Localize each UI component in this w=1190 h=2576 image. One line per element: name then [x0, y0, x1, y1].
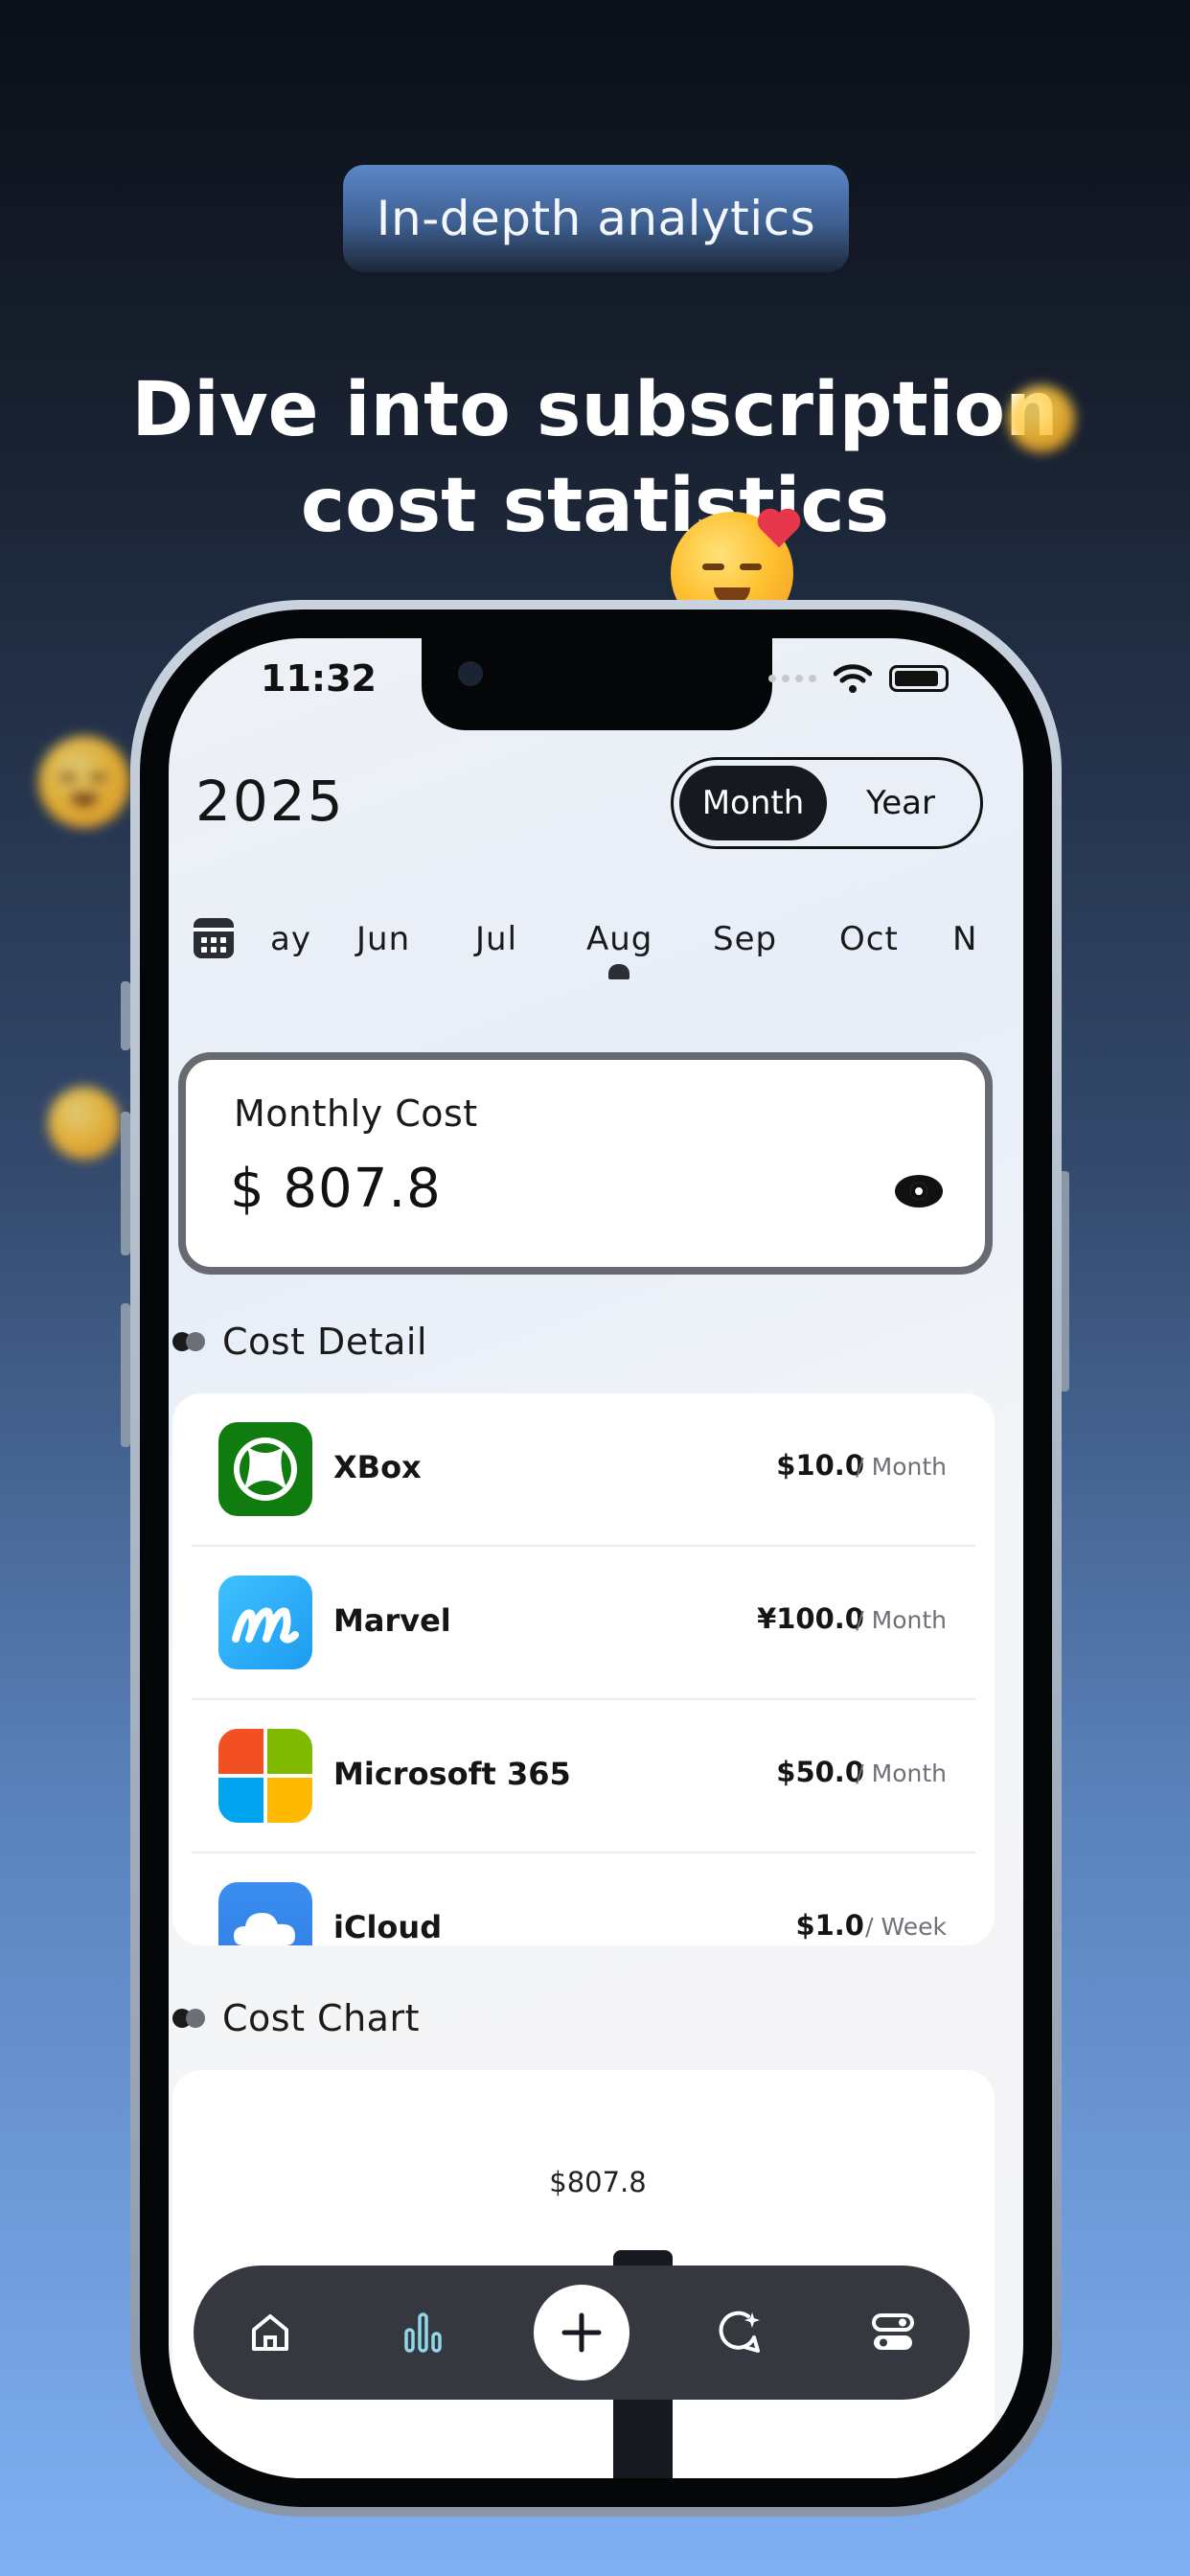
tab-statistics[interactable]: [380, 2289, 467, 2376]
marvel-logo-icon: [218, 1576, 312, 1669]
item-price: $50.0: [776, 1756, 864, 1788]
feature-pill: In-depth analytics: [343, 165, 849, 272]
xbox-logo-icon: [218, 1422, 312, 1516]
emoji-icon: [1008, 385, 1075, 452]
status-time: 11:32: [261, 657, 377, 700]
section-title: Cost Detail: [222, 1321, 427, 1363]
section-title: Cost Chart: [222, 1997, 420, 2039]
phone-side-button: [121, 1112, 130, 1255]
battery-icon: [889, 665, 949, 692]
toggle-year[interactable]: Year: [827, 766, 974, 840]
phone-side-button: [121, 1303, 130, 1447]
item-price: ¥100.0: [757, 1602, 864, 1635]
icloud-logo-icon: [218, 1882, 312, 1945]
tab-assistant[interactable]: [697, 2289, 783, 2376]
section-dots-icon: [172, 2009, 209, 2028]
bar-data-label: $807.8: [549, 2166, 647, 2198]
notch: [422, 638, 772, 730]
monthly-cost-card: Monthly Cost $ 807.8: [178, 1052, 993, 1275]
cost-chart-header: Cost Chart: [172, 1997, 420, 2039]
item-name: Microsoft 365: [333, 1756, 571, 1792]
month-item-selected[interactable]: Aug: [586, 920, 652, 958]
toggle-month[interactable]: Month: [679, 766, 827, 840]
year-title: 2025: [195, 769, 345, 834]
month-item[interactable]: Jun: [356, 920, 410, 958]
bar-chart-icon: [404, 2312, 442, 2353]
month-item[interactable]: Jul: [475, 920, 517, 958]
add-subscription-button[interactable]: [534, 2285, 629, 2380]
item-period: / Week: [865, 1913, 947, 1941]
section-dots-icon: [172, 1332, 209, 1351]
tab-bar: [194, 2266, 970, 2400]
list-item[interactable]: Microsoft 365 $50.0 / Month: [192, 1700, 975, 1853]
monthly-cost-value: $ 807.8: [230, 1158, 442, 1220]
item-name: iCloud: [333, 1909, 443, 1945]
heart-eyes-emoji-icon: [38, 736, 130, 828]
item-price: $1.0: [795, 1909, 864, 1942]
chat-sparkle-icon: [719, 2311, 760, 2353]
list-item[interactable]: Marvel ¥100.0 / Month: [192, 1547, 975, 1700]
selected-month-marker: [608, 964, 629, 979]
phone-frame: 11:32 2025 Month Year ay Jun Jul Aug Sep…: [130, 600, 1062, 2517]
phone-side-button: [121, 981, 130, 1050]
monthly-cost-label: Monthly Cost: [234, 1092, 478, 1135]
view-toggle[interactable]: Month Year: [671, 757, 983, 849]
list-item[interactable]: XBox $10.0 / Month: [192, 1393, 975, 1547]
signal-icon: [768, 675, 816, 682]
app-screen: 11:32 2025 Month Year ay Jun Jul Aug Sep…: [169, 638, 1023, 2478]
month-item[interactable]: Oct: [839, 920, 899, 958]
item-name: Marvel: [333, 1602, 451, 1639]
item-period: / Month: [856, 1453, 947, 1481]
item-period: / Month: [856, 1760, 947, 1787]
item-period: / Month: [856, 1606, 947, 1634]
month-item[interactable]: Sep: [713, 920, 777, 958]
cost-detail-header: Cost Detail: [172, 1321, 427, 1363]
cost-detail-list[interactable]: XBox $10.0 / Month Marvel ¥100.0 / Month: [172, 1393, 995, 1945]
month-item[interactable]: N: [952, 920, 977, 958]
eye-icon[interactable]: [895, 1175, 943, 1208]
promo-headline: Dive into subscription cost statistics: [131, 367, 1059, 549]
item-name: XBox: [333, 1449, 422, 1485]
month-selector[interactable]: ay Jun Jul Aug Sep Oct N: [169, 907, 1023, 983]
plus-icon: [561, 2312, 602, 2353]
status-icons: [768, 663, 949, 694]
tab-home[interactable]: [227, 2289, 313, 2376]
tab-settings[interactable]: [850, 2289, 936, 2376]
microsoft-logo-icon: [218, 1729, 312, 1823]
home-icon: [252, 2314, 288, 2351]
camera-icon: [458, 661, 483, 686]
wifi-icon: [834, 664, 872, 693]
month-item[interactable]: ay: [270, 920, 311, 958]
toggles-icon: [872, 2313, 914, 2350]
item-price: $10.0: [776, 1449, 864, 1482]
list-item[interactable]: iCloud $1.0 / Week: [192, 1853, 975, 1945]
calendar-icon[interactable]: [194, 918, 234, 958]
emoji-icon: [48, 1087, 121, 1160]
